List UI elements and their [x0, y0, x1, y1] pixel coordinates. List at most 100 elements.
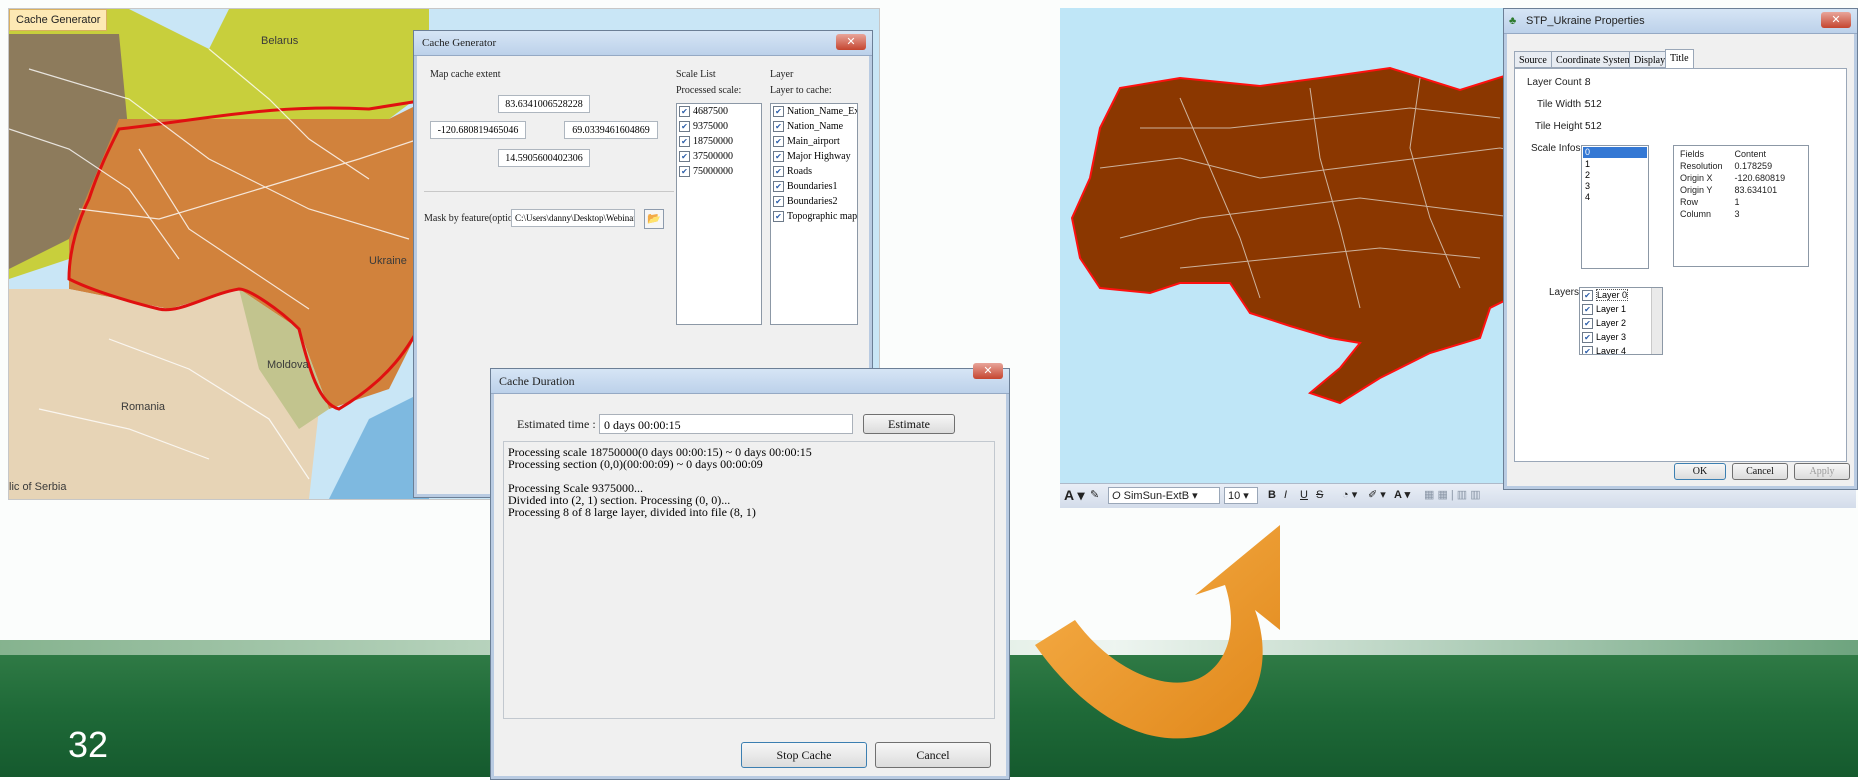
extent-west-field[interactable]: -120.680819465046 [430, 121, 526, 139]
checkbox-icon[interactable]: ✔ [1582, 304, 1593, 316]
font-name-select[interactable]: O SimSun-ExtB ▾ [1108, 487, 1220, 504]
scale-info-item[interactable]: 4 [1582, 192, 1648, 203]
checkbox-icon[interactable]: ✔ [773, 211, 784, 223]
checkbox-icon[interactable]: ✔ [1582, 318, 1593, 330]
tab-title[interactable]: Title [1665, 49, 1694, 69]
info-field: Origin Y [1680, 185, 1713, 195]
checkbox-icon[interactable]: ✔ [679, 166, 690, 178]
fill-color-icon[interactable]: ◔ ▾ [1342, 487, 1357, 504]
scale-item[interactable]: ✔ 75000000 [677, 164, 761, 179]
layer-item[interactable]: ✔ Nation_Name [771, 119, 857, 134]
scale-info-item[interactable]: 0 [1583, 147, 1647, 158]
checkbox-icon[interactable]: ✔ [773, 181, 784, 193]
layers-scrollbar[interactable] [1651, 288, 1662, 354]
checkbox-icon[interactable]: ✔ [773, 121, 784, 133]
checkbox-icon[interactable]: ✔ [679, 136, 690, 148]
layers-list[interactable]: ✔ Layer 0 ✔ Layer 1 ✔ Layer 2 ✔ Layer 3 ✔ Lay… [1579, 287, 1663, 355]
checkbox-icon[interactable]: ✔ [679, 106, 690, 118]
checkbox-icon[interactable]: ✔ [1582, 332, 1593, 344]
scale-info-item[interactable]: 2 [1582, 170, 1648, 181]
cache-duration-title: Cache Duration [491, 369, 1009, 394]
cache-generator-close-button[interactable]: ✕ [836, 34, 866, 50]
scale-info-table: Fields Content Resolution 0.178259 Origin … [1673, 145, 1809, 267]
log-line: Processing section (0,0)(00:00:09) ~ 0 d… [508, 457, 763, 471]
scale-info-item[interactable]: 1 [1582, 159, 1648, 170]
tile-height-value: 512 [1585, 121, 1602, 132]
checkbox-icon[interactable]: ✔ [679, 121, 690, 133]
checkbox-icon[interactable]: ✔ [773, 166, 784, 178]
mask-path-field[interactable]: C:\Users\danny\Desktop\Webinar_4\De [511, 209, 635, 227]
tab-source[interactable]: Source [1514, 51, 1552, 68]
layer-count-value: 8 [1585, 77, 1591, 88]
info-content: 1 [1734, 197, 1740, 207]
italic-button[interactable]: I [1284, 487, 1287, 504]
bold-button[interactable]: B [1268, 487, 1276, 504]
checkbox-icon[interactable]: ✔ [1582, 290, 1593, 302]
scale-item[interactable]: ✔ 18750000 [677, 134, 761, 149]
underline-button[interactable]: U [1300, 487, 1308, 504]
font-color-icon[interactable]: A ▾ [1394, 487, 1410, 504]
estimated-time-field[interactable]: 0 days 00:00:15 [599, 414, 853, 434]
scale-item[interactable]: ✔ 9375000 [677, 119, 761, 134]
apply-button[interactable]: Apply [1794, 463, 1850, 480]
checkbox-icon[interactable]: ✔ [679, 151, 690, 163]
layer-item[interactable]: ✔ Layer 3 [1580, 330, 1662, 344]
extent-south-field[interactable]: 14.5905600402306 [498, 149, 590, 167]
properties-close-button[interactable]: ✕ [1821, 12, 1851, 28]
arrange-icons[interactable]: ▦ ▦ | ▥ ▥ [1424, 487, 1481, 504]
layer-item[interactable]: ✔ Layer 2 [1580, 316, 1662, 330]
info-content: 3 [1734, 209, 1740, 219]
stop-cache-button[interactable]: Stop Cache [741, 742, 867, 768]
layer-list[interactable]: ✔Nation_Name_Export ✔Nation_Name ✔Main_a… [770, 103, 858, 325]
text-tool-icon[interactable]: A ▾ [1064, 487, 1085, 504]
highlight-icon[interactable]: ✎ [1090, 487, 1099, 504]
page-number: 32 [68, 724, 109, 765]
scale-list[interactable]: ✔ 4687500 ✔ 9375000 ✔ 18750000 ✔ 37500000 ✔ 7… [676, 103, 762, 325]
checkbox-icon[interactable]: ✔ [773, 196, 784, 208]
extent-north-field[interactable]: 83.6341006528228 [498, 95, 590, 113]
font-size-select[interactable]: 10 ▾ [1224, 487, 1258, 504]
estimated-time-label: Estimated time : [517, 417, 596, 431]
cache-duration-close-button[interactable]: ✕ [973, 363, 1003, 379]
checkbox-icon[interactable]: ✔ [773, 136, 784, 148]
progress-log: Processing scale 18750000(0 days 00:00:1… [503, 441, 995, 719]
browse-folder-button[interactable]: 📂 [644, 209, 664, 229]
layer-item[interactable]: ✔ Layer 0 [1580, 288, 1662, 302]
extent-east-field[interactable]: 69.0339461604869 [564, 121, 658, 139]
layer-item[interactable]: ✔Nation_Name_Export [771, 104, 857, 119]
properties-dialog: ♣ STP_Ukraine Properties ✕ Source Coordi… [1503, 8, 1858, 490]
scale-list-label: Scale List [676, 69, 716, 80]
layer-item[interactable]: ✔ Main_airport [771, 134, 857, 149]
layer-item[interactable]: ✔ Boundaries2 [771, 194, 857, 209]
layer-label: Layer [770, 69, 794, 80]
layer-item[interactable]: ✔ Layer 4 [1580, 344, 1662, 354]
layer-properties-icon: ♣ [1509, 15, 1517, 27]
layer-item[interactable]: ✔ Boundaries1 [771, 179, 857, 194]
checkbox-icon[interactable]: ✔ [1582, 346, 1593, 354]
layer-item[interactable]: ✔ Major Highway [771, 149, 857, 164]
tab-coordinate-system[interactable]: Coordinate System [1551, 51, 1638, 68]
tab-display[interactable]: Display [1629, 51, 1671, 68]
scale-item[interactable]: ✔ 4687500 [677, 104, 761, 119]
scale-infos-list[interactable]: 0 1 2 3 4 [1581, 145, 1649, 269]
layer-item[interactable]: ✔ Layer 1 [1580, 302, 1662, 316]
scale-info-item[interactable]: 3 [1582, 181, 1648, 192]
strikethrough-button[interactable]: S [1316, 487, 1323, 504]
scale-item[interactable]: ✔ 37500000 [677, 149, 761, 164]
map-label-belarus: Belarus [261, 35, 299, 47]
scale-infos-label: Scale Infos : [1531, 143, 1587, 154]
cancel-button[interactable]: Cancel [875, 742, 991, 768]
ok-button[interactable]: OK [1674, 463, 1726, 480]
content-header: Content [1734, 149, 1767, 159]
layer-item[interactable]: ✔ Topographic map [771, 209, 857, 224]
checkbox-icon[interactable]: ✔ [773, 151, 784, 163]
divider [424, 191, 674, 192]
properties-cancel-button[interactable]: Cancel [1732, 463, 1788, 480]
line-color-icon[interactable]: ✐ ▾ [1368, 487, 1386, 504]
cache-generator-title: Cache Generator [414, 31, 872, 56]
info-field: Row [1680, 197, 1699, 207]
estimate-button[interactable]: Estimate [863, 414, 955, 434]
layer-item[interactable]: ✔ Roads [771, 164, 857, 179]
checkbox-icon[interactable]: ✔ [773, 106, 784, 118]
layer-to-cache-label: Layer to cache: [770, 85, 832, 96]
